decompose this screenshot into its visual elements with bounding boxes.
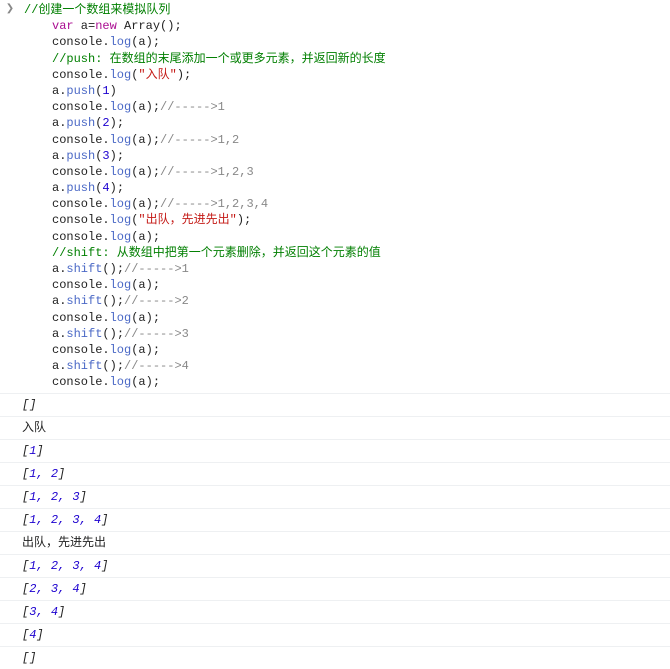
console-output: [] bbox=[0, 646, 670, 669]
comment: //----->4 bbox=[124, 359, 189, 373]
comment-push: //push: bbox=[52, 52, 102, 66]
console-input-row: ❯ //创建一个数组来模拟队列 var a=new Array(); conso… bbox=[0, 0, 670, 393]
console-output: [1, 2, 3] bbox=[0, 485, 670, 508]
string-enqueue: "入队" bbox=[138, 68, 176, 82]
console-output: [1] bbox=[0, 439, 670, 462]
code-block[interactable]: //创建一个数组来模拟队列 var a=new Array(); console… bbox=[20, 2, 670, 391]
console-output: [1, 2, 3, 4] bbox=[0, 554, 670, 577]
comment: //----->1,2 bbox=[160, 133, 239, 147]
console-output: [] bbox=[0, 393, 670, 416]
console-output: [4] bbox=[0, 623, 670, 646]
comment: //----->1,2,3,4 bbox=[160, 197, 268, 211]
console-output: [3, 4] bbox=[0, 600, 670, 623]
input-chevron-icon: ❯ bbox=[0, 2, 20, 15]
comment: //创建一个数组来模拟队列 bbox=[24, 3, 170, 17]
console-output: [2, 3, 4] bbox=[0, 577, 670, 600]
keyword-new: new bbox=[95, 19, 117, 33]
keyword-var: var bbox=[52, 19, 74, 33]
comment: //----->3 bbox=[124, 327, 189, 341]
comment-shift: //shift: bbox=[52, 246, 110, 260]
console-output: 入队 bbox=[0, 416, 670, 439]
string-dequeue: "出队，先进先出" bbox=[138, 213, 236, 227]
devtools-console: ❯ //创建一个数组来模拟队列 var a=new Array(); conso… bbox=[0, 0, 670, 669]
comment: //----->2 bbox=[124, 294, 189, 308]
console-output: [1, 2, 3, 4] bbox=[0, 508, 670, 531]
comment: //----->1 bbox=[124, 262, 189, 276]
console-output: [1, 2] bbox=[0, 462, 670, 485]
comment: //----->1 bbox=[160, 100, 225, 114]
console-output: 出队，先进先出 bbox=[0, 531, 670, 554]
comment: //----->1,2,3 bbox=[160, 165, 254, 179]
